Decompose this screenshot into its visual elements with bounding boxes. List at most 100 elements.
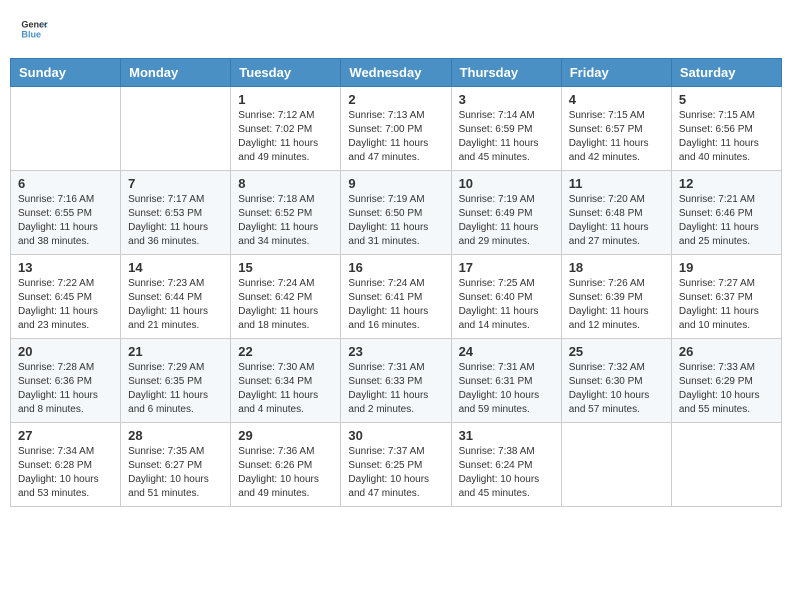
- day-info: Sunrise: 7:13 AMSunset: 7:00 PMDaylight:…: [348, 109, 443, 165]
- day-number: 16: [348, 260, 443, 275]
- calendar-cell: [11, 87, 121, 171]
- day-number: 19: [679, 260, 774, 275]
- day-number: 27: [18, 428, 113, 443]
- weekday-header-saturday: Saturday: [671, 59, 781, 87]
- logo-icon: General Blue: [20, 15, 48, 43]
- day-number: 11: [569, 176, 664, 191]
- day-number: 6: [18, 176, 113, 191]
- calendar-cell: 30 Sunrise: 7:37 AMSunset: 6:25 PMDayligh…: [341, 423, 451, 507]
- day-info: Sunrise: 7:20 AMSunset: 6:48 PMDaylight:…: [569, 193, 664, 249]
- day-info: Sunrise: 7:31 AMSunset: 6:31 PMDaylight:…: [459, 361, 554, 417]
- day-info: Sunrise: 7:23 AMSunset: 6:44 PMDaylight:…: [128, 277, 223, 333]
- day-number: 31: [459, 428, 554, 443]
- day-number: 13: [18, 260, 113, 275]
- weekday-header-tuesday: Tuesday: [231, 59, 341, 87]
- calendar-cell: 22Sunrise: 7:30 AMSunset: 6:34 PMDayligh…: [231, 339, 341, 423]
- weekday-header-thursday: Thursday: [451, 59, 561, 87]
- day-number: 10: [459, 176, 554, 191]
- day-info: Sunrise: 7:17 AMSunset: 6:53 PMDaylight:…: [128, 193, 223, 249]
- day-number: 28: [128, 428, 223, 443]
- logo: General Blue: [20, 15, 52, 43]
- day-number: 18: [569, 260, 664, 275]
- svg-text:Blue: Blue: [21, 29, 41, 39]
- day-number: 15: [238, 260, 333, 275]
- calendar-cell: 5 Sunrise: 7:15 AMSunset: 6:56 PMDaylight…: [671, 87, 781, 171]
- weekday-header-wednesday: Wednesday: [341, 59, 451, 87]
- day-info: Sunrise: 7:18 AMSunset: 6:52 PMDaylight:…: [238, 193, 333, 249]
- day-number: 8: [238, 176, 333, 191]
- day-info: Sunrise: 7:25 AMSunset: 6:40 PMDaylight:…: [459, 277, 554, 333]
- calendar-cell: 1 Sunrise: 7:12 AMSunset: 7:02 PMDaylight…: [231, 87, 341, 171]
- calendar-cell: 8 Sunrise: 7:18 AMSunset: 6:52 PMDaylight…: [231, 171, 341, 255]
- page-header: General Blue: [10, 10, 782, 48]
- day-number: 5: [679, 92, 774, 107]
- day-number: 14: [128, 260, 223, 275]
- calendar-cell: 6 Sunrise: 7:16 AMSunset: 6:55 PMDaylight…: [11, 171, 121, 255]
- week-row-2: 6 Sunrise: 7:16 AMSunset: 6:55 PMDaylight…: [11, 171, 782, 255]
- day-number: 25: [569, 344, 664, 359]
- week-row-1: 1 Sunrise: 7:12 AMSunset: 7:02 PMDaylight…: [11, 87, 782, 171]
- day-info: Sunrise: 7:34 AMSunset: 6:28 PMDaylight:…: [18, 445, 113, 501]
- day-info: Sunrise: 7:15 AMSunset: 6:57 PMDaylight:…: [569, 109, 664, 165]
- day-info: Sunrise: 7:21 AMSunset: 6:46 PMDaylight:…: [679, 193, 774, 249]
- day-number: 21: [128, 344, 223, 359]
- day-info: Sunrise: 7:15 AMSunset: 6:56 PMDaylight:…: [679, 109, 774, 165]
- calendar-cell: 26 Sunrise: 7:33 AMSunset: 6:29 PMDayligh…: [671, 339, 781, 423]
- day-info: Sunrise: 7:16 AMSunset: 6:55 PMDaylight:…: [18, 193, 113, 249]
- calendar-cell: 11 Sunrise: 7:20 AMSunset: 6:48 PMDayligh…: [561, 171, 671, 255]
- calendar-cell: 27 Sunrise: 7:34 AMSunset: 6:28 PMDayligh…: [11, 423, 121, 507]
- weekday-header-row: SundayMondayTuesdayWednesdayThursdayFrid…: [11, 59, 782, 87]
- day-info: Sunrise: 7:30 AMSunset: 6:34 PMDaylight:…: [238, 361, 333, 417]
- calendar-cell: 18Sunrise: 7:26 AMSunset: 6:39 PMDayligh…: [561, 255, 671, 339]
- calendar-cell: 19Sunrise: 7:27 AMSunset: 6:37 PMDayligh…: [671, 255, 781, 339]
- day-number: 9: [348, 176, 443, 191]
- calendar-cell: 15 Sunrise: 7:24 AMSunset: 6:42 PMDayligh…: [231, 255, 341, 339]
- day-info: Sunrise: 7:28 AMSunset: 6:36 PMDaylight:…: [18, 361, 113, 417]
- day-info: Sunrise: 7:29 AMSunset: 6:35 PMDaylight:…: [128, 361, 223, 417]
- week-row-4: 20 Sunrise: 7:28 AMSunset: 6:36 PMDayligh…: [11, 339, 782, 423]
- weekday-header-friday: Friday: [561, 59, 671, 87]
- day-info: Sunrise: 7:24 AMSunset: 6:42 PMDaylight:…: [238, 277, 333, 333]
- calendar-cell: 20 Sunrise: 7:28 AMSunset: 6:36 PMDayligh…: [11, 339, 121, 423]
- day-info: Sunrise: 7:33 AMSunset: 6:29 PMDaylight:…: [679, 361, 774, 417]
- day-info: Sunrise: 7:24 AMSunset: 6:41 PMDaylight:…: [348, 277, 443, 333]
- day-number: 23: [348, 344, 443, 359]
- weekday-header-monday: Monday: [121, 59, 231, 87]
- week-row-3: 13 Sunrise: 7:22 AMSunset: 6:45 PMDayligh…: [11, 255, 782, 339]
- day-info: Sunrise: 7:22 AMSunset: 6:45 PMDaylight:…: [18, 277, 113, 333]
- calendar-cell: 29 Sunrise: 7:36 AMSunset: 6:26 PMDayligh…: [231, 423, 341, 507]
- day-info: Sunrise: 7:37 AMSunset: 6:25 PMDaylight:…: [348, 445, 443, 501]
- day-number: 20: [18, 344, 113, 359]
- calendar-cell: 10 Sunrise: 7:19 AMSunset: 6:49 PMDayligh…: [451, 171, 561, 255]
- calendar-cell: 9 Sunrise: 7:19 AMSunset: 6:50 PMDaylight…: [341, 171, 451, 255]
- calendar-cell: 4 Sunrise: 7:15 AMSunset: 6:57 PMDaylight…: [561, 87, 671, 171]
- day-info: Sunrise: 7:19 AMSunset: 6:50 PMDaylight:…: [348, 193, 443, 249]
- day-info: Sunrise: 7:32 AMSunset: 6:30 PMDaylight:…: [569, 361, 664, 417]
- day-info: Sunrise: 7:12 AMSunset: 7:02 PMDaylight:…: [238, 109, 333, 165]
- calendar-cell: 31 Sunrise: 7:38 AMSunset: 6:24 PMDayligh…: [451, 423, 561, 507]
- day-number: 2: [348, 92, 443, 107]
- calendar-cell: 2 Sunrise: 7:13 AMSunset: 7:00 PMDaylight…: [341, 87, 451, 171]
- day-number: 1: [238, 92, 333, 107]
- calendar-cell: [561, 423, 671, 507]
- week-row-5: 27 Sunrise: 7:34 AMSunset: 6:28 PMDayligh…: [11, 423, 782, 507]
- calendar-cell: 21 Sunrise: 7:29 AMSunset: 6:35 PMDayligh…: [121, 339, 231, 423]
- calendar-cell: 3 Sunrise: 7:14 AMSunset: 6:59 PMDaylight…: [451, 87, 561, 171]
- day-number: 24: [459, 344, 554, 359]
- day-number: 7: [128, 176, 223, 191]
- day-number: 4: [569, 92, 664, 107]
- calendar-cell: 23 Sunrise: 7:31 AMSunset: 6:33 PMDayligh…: [341, 339, 451, 423]
- day-number: 29: [238, 428, 333, 443]
- day-info: Sunrise: 7:36 AMSunset: 6:26 PMDaylight:…: [238, 445, 333, 501]
- day-number: 26: [679, 344, 774, 359]
- day-info: Sunrise: 7:38 AMSunset: 6:24 PMDaylight:…: [459, 445, 554, 501]
- calendar-cell: [671, 423, 781, 507]
- calendar-cell: 28 Sunrise: 7:35 AMSunset: 6:27 PMDayligh…: [121, 423, 231, 507]
- day-number: 30: [348, 428, 443, 443]
- day-info: Sunrise: 7:31 AMSunset: 6:33 PMDaylight:…: [348, 361, 443, 417]
- day-info: Sunrise: 7:14 AMSunset: 6:59 PMDaylight:…: [459, 109, 554, 165]
- day-number: 3: [459, 92, 554, 107]
- day-info: Sunrise: 7:19 AMSunset: 6:49 PMDaylight:…: [459, 193, 554, 249]
- day-info: Sunrise: 7:35 AMSunset: 6:27 PMDaylight:…: [128, 445, 223, 501]
- weekday-header-sunday: Sunday: [11, 59, 121, 87]
